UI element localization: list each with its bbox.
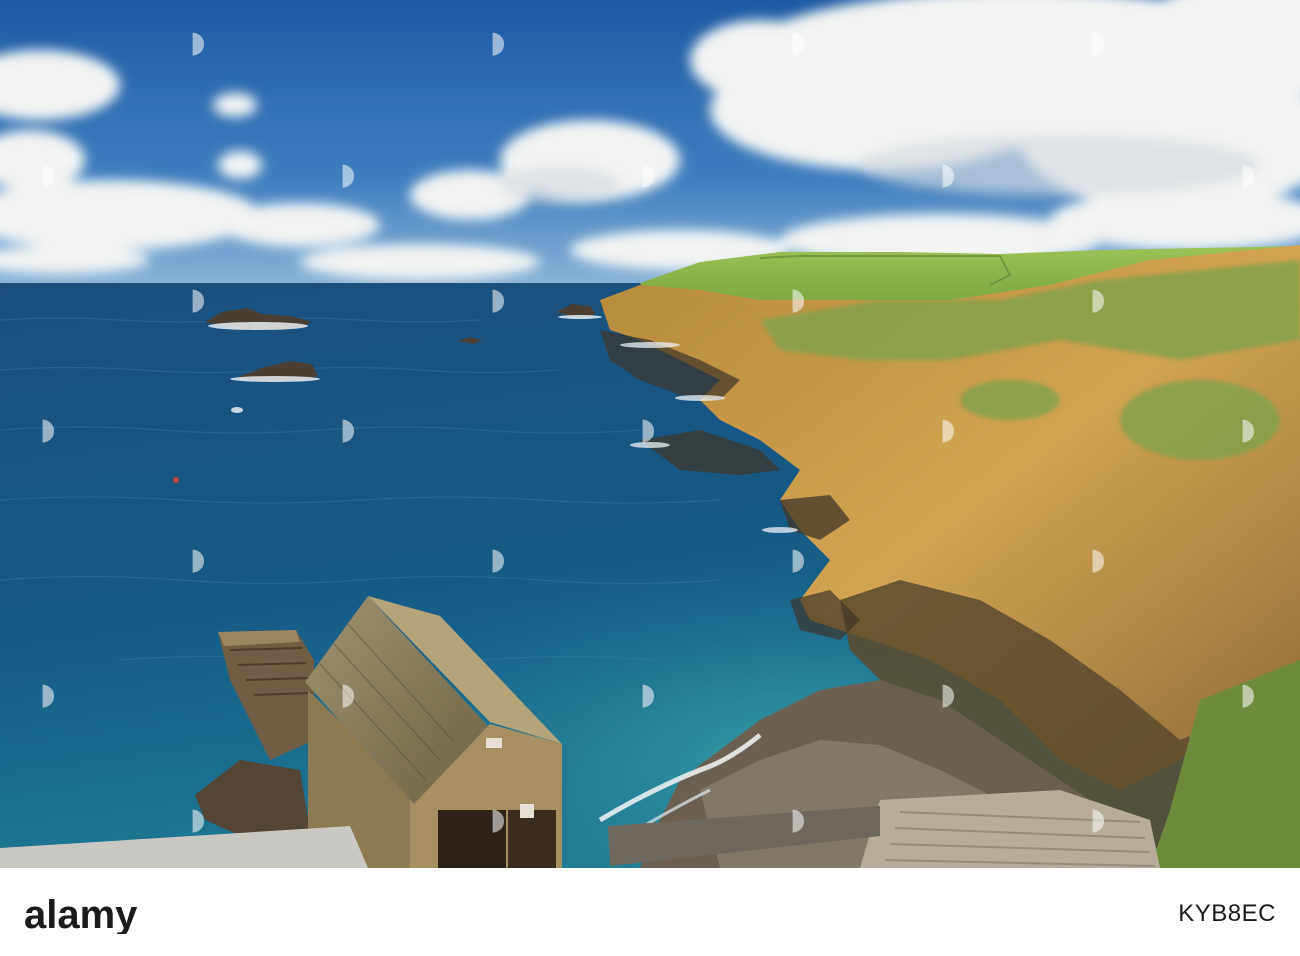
svg-text:alamy: alamy — [24, 893, 138, 934]
alamy-logo: alamy — [24, 893, 138, 934]
footer-bar: alamy KYB8EC — [0, 868, 1300, 956]
image-id: KYB8EC — [1178, 900, 1276, 927]
coastal-photo — [0, 0, 1300, 868]
